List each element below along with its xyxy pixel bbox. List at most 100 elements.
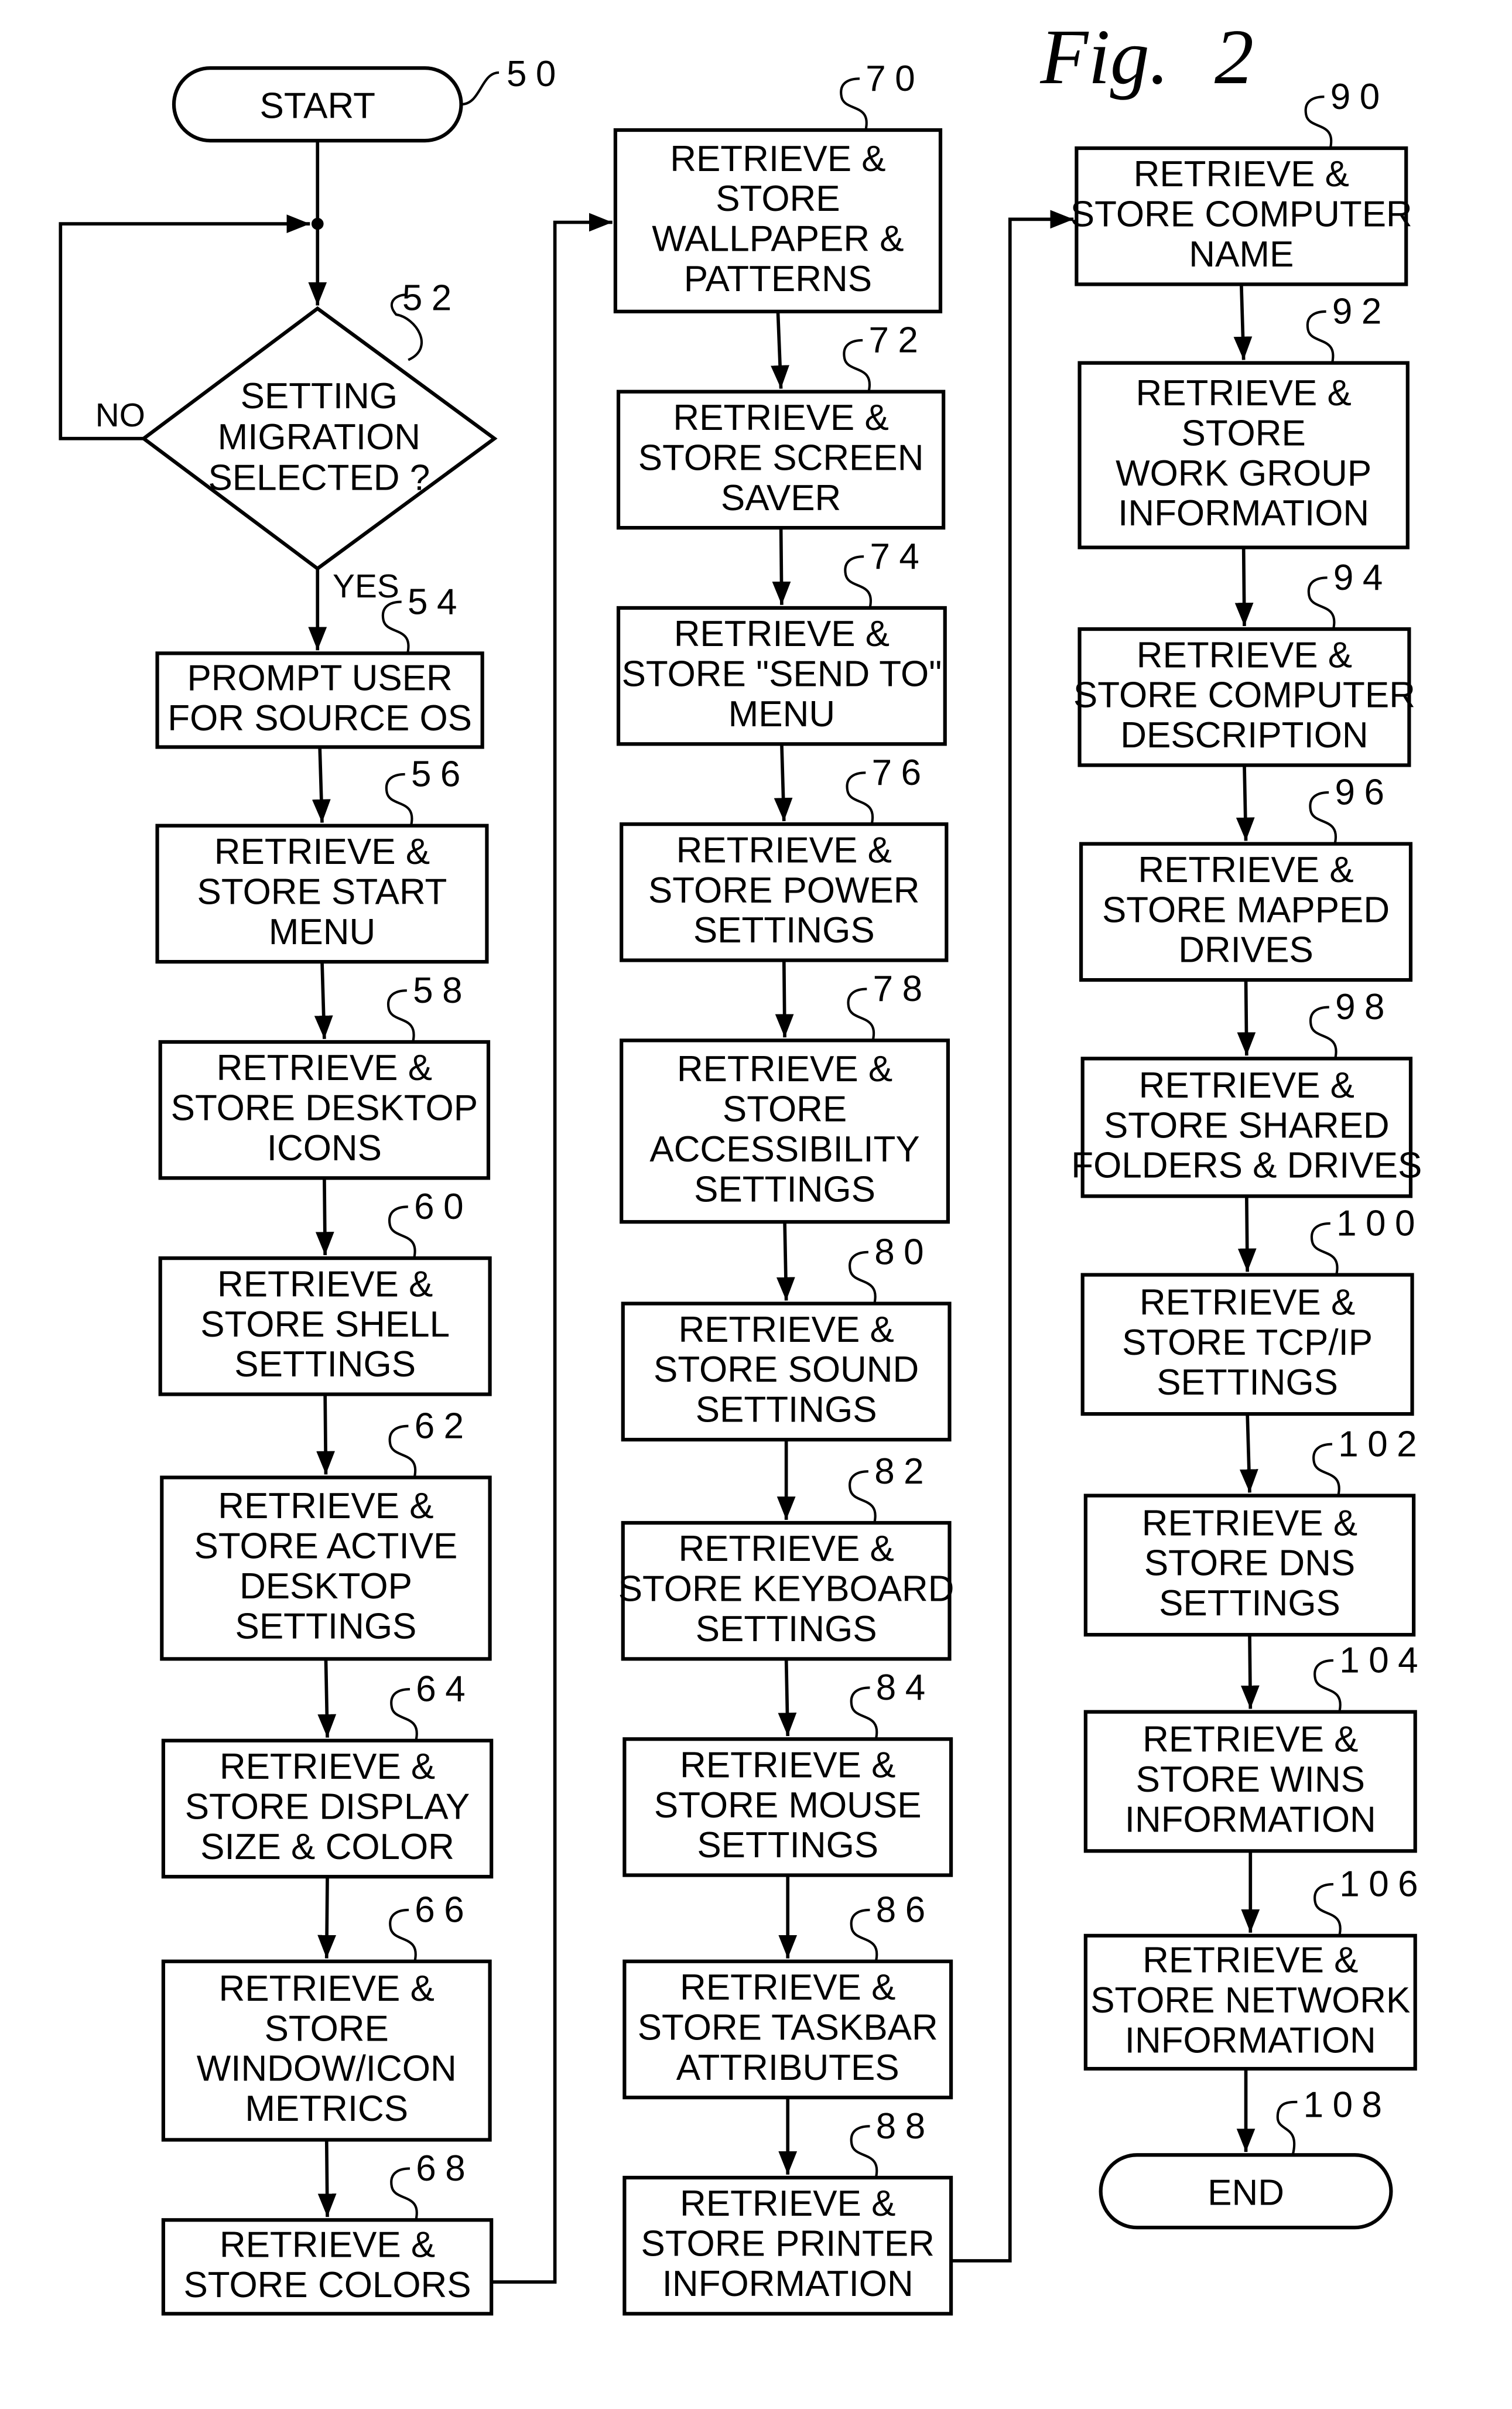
ref-number: 96 bbox=[1335, 773, 1394, 813]
step-label-line: PROMPT USER bbox=[187, 658, 452, 699]
step-label-line: RETRIEVE & bbox=[218, 1486, 433, 1526]
process-step: RETRIEVE &STORE DNSSETTINGS 102 bbox=[1083, 1424, 1426, 1637]
connector bbox=[314, 962, 333, 1039]
step-label-line: RETRIEVE & bbox=[1134, 154, 1349, 194]
ref-leader bbox=[388, 1205, 416, 1259]
step-label-line: RETRIEVE & bbox=[680, 2184, 895, 2224]
ref-leader bbox=[1313, 1883, 1342, 1936]
step-label-line: MENU bbox=[728, 694, 835, 734]
ref-number: 76 bbox=[872, 753, 931, 793]
decision-line: SETTING bbox=[241, 376, 398, 416]
ref-number: 94 bbox=[1333, 558, 1392, 598]
step-label-line: SETTINGS bbox=[1157, 1362, 1338, 1403]
step-label-line: STORE START bbox=[197, 872, 447, 912]
connector bbox=[1237, 980, 1256, 1056]
ref-leader bbox=[390, 2167, 418, 2220]
step-label-line: STORE SHARED bbox=[1104, 1105, 1390, 1146]
ref-number: 50 bbox=[507, 54, 565, 94]
step-label-line: RETRIEVE & bbox=[678, 1529, 894, 1569]
process-step: RETRIEVE &STORE WINSINFORMATION 104 bbox=[1083, 1641, 1427, 1853]
process-step: RETRIEVE &STORE TCP/IPSETTINGS 100 bbox=[1080, 1203, 1415, 1416]
ref-number: 102 bbox=[1338, 1424, 1426, 1464]
ref-leader bbox=[849, 1250, 877, 1304]
no-label: NO bbox=[95, 397, 145, 434]
step-label-line: STORE DNS bbox=[1144, 1543, 1355, 1584]
step-label-line: METRICS bbox=[245, 2089, 408, 2129]
step-label-line: WINDOW/ICON bbox=[197, 2049, 457, 2089]
connector bbox=[315, 1178, 334, 1256]
step-label-line: RETRIEVE & bbox=[1142, 1503, 1357, 1543]
step-label-line: ICONS bbox=[267, 1128, 382, 1168]
step-label-line: STORE COMPUTER bbox=[1070, 194, 1412, 235]
step-label-line: RETRIEVE & bbox=[673, 398, 888, 438]
connector bbox=[316, 1394, 335, 1475]
connector bbox=[1239, 1414, 1258, 1493]
step-label-line: PATTERNS bbox=[684, 259, 872, 299]
step-label-line: RETRIEVE & bbox=[1137, 635, 1352, 675]
ref-number: 88 bbox=[876, 2106, 935, 2147]
column-connector bbox=[951, 210, 1074, 2263]
step-label-line: SETTINGS bbox=[696, 1609, 877, 1649]
step-label-line: STORE NETWORK bbox=[1090, 1980, 1410, 2021]
ref-number: 66 bbox=[415, 1890, 473, 1930]
step-label-line: ATTRIBUTES bbox=[676, 2048, 899, 2088]
step-label-line: STORE COMPUTER bbox=[1073, 675, 1415, 716]
ref-number: 74 bbox=[870, 537, 928, 577]
ref-number: 104 bbox=[1339, 1641, 1427, 1681]
ref-number: 78 bbox=[873, 969, 932, 1009]
step-label-line: DRIVES bbox=[1178, 930, 1313, 971]
ref-leader bbox=[1307, 576, 1336, 630]
ref-number: 54 bbox=[408, 582, 466, 622]
ref-number: 108 bbox=[1304, 2085, 1391, 2126]
step-label-line: STORE WINS bbox=[1136, 1759, 1365, 1800]
step-label-line: STORE "SEND TO" bbox=[622, 654, 942, 695]
ref-number: 62 bbox=[415, 1406, 473, 1446]
ref-number: 106 bbox=[1339, 1864, 1427, 1905]
start-label: START bbox=[260, 86, 375, 126]
step-label-line: MENU bbox=[269, 912, 375, 952]
column-connector bbox=[491, 213, 613, 2284]
step-label-line: RETRIEVE & bbox=[680, 1967, 895, 2008]
ref-leader bbox=[390, 1687, 418, 1741]
step-label-line: STORE SCREEN bbox=[638, 438, 924, 478]
step-label-line: SETTINGS bbox=[694, 1169, 875, 1209]
step-label-line: INFORMATION bbox=[1125, 2020, 1376, 2061]
step-label-line: RETRIEVE & bbox=[1142, 1940, 1358, 1980]
start-terminal: START 50 bbox=[172, 54, 565, 143]
connector bbox=[776, 1222, 795, 1301]
connector bbox=[317, 1659, 337, 1738]
ref-leader bbox=[1312, 1443, 1340, 1496]
ref-leader bbox=[850, 1908, 878, 1962]
ref-leader bbox=[850, 1686, 878, 1740]
step-label-line: STORE bbox=[1182, 413, 1306, 453]
step-label-line: INFORMATION bbox=[1125, 1799, 1376, 1840]
step-label-line: STORE TASKBAR bbox=[638, 2007, 938, 2048]
step-label-line: STORE MOUSE bbox=[654, 1785, 922, 1826]
step-label-line: STORE bbox=[265, 2008, 389, 2049]
ref-leader bbox=[381, 600, 410, 654]
step-label-line: STORE SOUND bbox=[654, 1349, 919, 1390]
step-label-line: SETTINGS bbox=[234, 1344, 416, 1385]
connector bbox=[778, 1659, 797, 1737]
end-label: END bbox=[1207, 2172, 1284, 2213]
step-label-line: RETRIEVE & bbox=[214, 832, 430, 872]
process-step: RETRIEVE &STORE NETWORKINFORMATION 106 bbox=[1083, 1864, 1427, 2071]
connector bbox=[312, 747, 331, 823]
step-label-line: STORE KEYBOARD bbox=[618, 1569, 955, 1610]
step-label-line: WORK GROUP bbox=[1116, 453, 1371, 494]
ref-leader bbox=[388, 1424, 417, 1478]
step-label-line: INFORMATION bbox=[662, 2264, 914, 2304]
step-label-line: RETRIEVE & bbox=[1140, 1282, 1355, 1323]
step-label-line: STORE POWER bbox=[648, 870, 920, 911]
ref-number: 60 bbox=[414, 1187, 473, 1227]
step-label-line: ACCESSIBILITY bbox=[649, 1129, 919, 1170]
ref-number: 56 bbox=[411, 754, 470, 795]
ref-leader bbox=[389, 1908, 417, 1962]
yes-label: YES bbox=[333, 568, 399, 605]
ref-number: 58 bbox=[413, 971, 471, 1011]
step-label-line: STORE bbox=[716, 179, 840, 219]
step-label-line: RETRIEVE & bbox=[676, 830, 892, 870]
ref-leader bbox=[849, 1470, 877, 1523]
ref-leader bbox=[1309, 791, 1337, 845]
ref-number: 70 bbox=[866, 59, 924, 99]
